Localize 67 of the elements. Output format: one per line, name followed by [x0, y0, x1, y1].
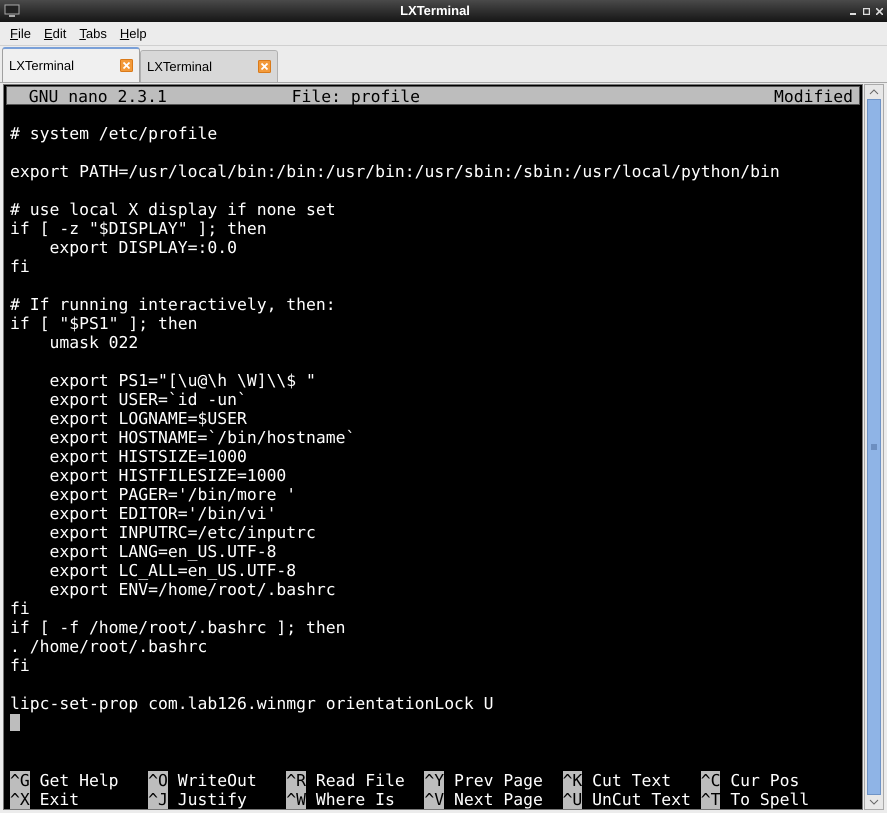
modified-status: Modified — [774, 87, 854, 106]
shortcut-key: ^J — [148, 790, 168, 809]
code-line: export LOGNAME=$USER — [48, 409, 247, 428]
shortcut-label: To Spell — [730, 790, 810, 809]
grip-icon — [871, 444, 877, 450]
shortcut-key: ^R — [286, 771, 306, 790]
shortcut-label: Prev Page — [454, 771, 543, 790]
window-title: LXTerminal — [400, 2, 470, 20]
code-line: export INPUTRC=/etc/inputrc — [48, 523, 316, 542]
scrollbar-thumb[interactable] — [867, 99, 881, 795]
code-line: # use local X display if none set — [10, 200, 336, 219]
code-line: lipc-set-prop com.lab126.winmgr orientationLock U — [10, 694, 494, 713]
shortcut-label: Exit — [40, 790, 80, 809]
shortcut-label: Cut Text — [592, 771, 672, 790]
tab[interactable]: LXTerminal — [2, 47, 140, 82]
code-line: fi — [10, 257, 30, 276]
code-line: # system /etc/profile — [10, 124, 218, 143]
menu-item[interactable]: Help — [120, 24, 147, 44]
code-line: export LC_ALL=en_US.UTF-8 — [48, 561, 296, 580]
version-label: GNU nano 2.3.1 — [28, 87, 167, 106]
code-line: export DISPLAY=:0.0 — [48, 238, 237, 257]
terminal-icon[interactable] — [4, 4, 20, 18]
code-line: export HOSTNAME=`/bin/hostname` — [48, 428, 356, 447]
menu-item[interactable]: File — [10, 24, 31, 44]
menu-item[interactable]: Edit — [44, 24, 66, 44]
code-line: export PATH=/usr/local/bin:/bin:/usr/bin:/usr/sbin:/sbin:/usr/local/python/bin — [10, 162, 780, 181]
code-line: if [ -z "$DISPLAY" ]; then — [10, 219, 267, 238]
shortcut-key: ^O — [148, 771, 168, 790]
shortcut-label: WriteOut — [178, 771, 257, 790]
shortcut-key: ^U — [562, 790, 582, 809]
menu-item[interactable]: Tabs — [79, 24, 107, 44]
code-line: # If running interactively, then: — [10, 295, 336, 314]
shortcut-label: Read File — [316, 771, 405, 790]
code-line: export LANG=en_US.UTF-8 — [48, 542, 276, 561]
code-line: export HISTFILESIZE=1000 — [48, 466, 286, 485]
code-line: export ENV=/home/root/.bashrc — [48, 580, 336, 599]
shortcut-key: ^T — [700, 790, 720, 809]
code-line: fi — [10, 656, 30, 675]
maximize-icon[interactable] — [863, 8, 870, 14]
shortcut-key: ^G — [10, 771, 30, 790]
shortcut-key: ^W — [286, 790, 306, 809]
shortcut-key: ^K — [562, 771, 582, 790]
code-line: export PS1="[\u@\h \W]\\$ " — [48, 371, 316, 390]
code-line: export HISTSIZE=1000 — [48, 447, 247, 466]
shortcut-label: Cur Pos — [730, 771, 800, 790]
code-line: export EDITOR='/bin/vi' — [48, 504, 276, 523]
code-line: fi — [10, 599, 30, 618]
shortcut-key: ^C — [700, 771, 720, 790]
shortcut-label: Where Is — [316, 790, 395, 809]
code-line: export PAGER='/bin/more ' — [48, 485, 296, 504]
file-name: File: profile — [292, 87, 420, 106]
shortcut-key: ^Y — [424, 771, 444, 790]
shortcut-label: Next Page — [454, 790, 543, 809]
shortcut-label: Get Help — [40, 771, 119, 790]
code-line: if [ "$PS1" ]; then — [10, 314, 198, 333]
shortcut-key: ^V — [424, 790, 444, 809]
text-cursor — [10, 714, 20, 731]
code-line: . /home/root/.bashrc — [10, 637, 208, 656]
shortcut-key: ^X — [10, 790, 30, 809]
code-line: if [ -f /home/root/.bashrc ]; then — [10, 618, 346, 637]
code-line: export USER=`id -un` — [48, 390, 247, 409]
code-line: umask 022 — [48, 333, 138, 352]
terminal-area[interactable] — [3, 84, 863, 810]
scrollbar[interactable] — [864, 84, 884, 810]
shortcut-label: Justify — [178, 790, 247, 809]
tab[interactable]: LXTerminal — [140, 50, 278, 82]
shortcut-label: UnCut Text — [592, 790, 691, 809]
